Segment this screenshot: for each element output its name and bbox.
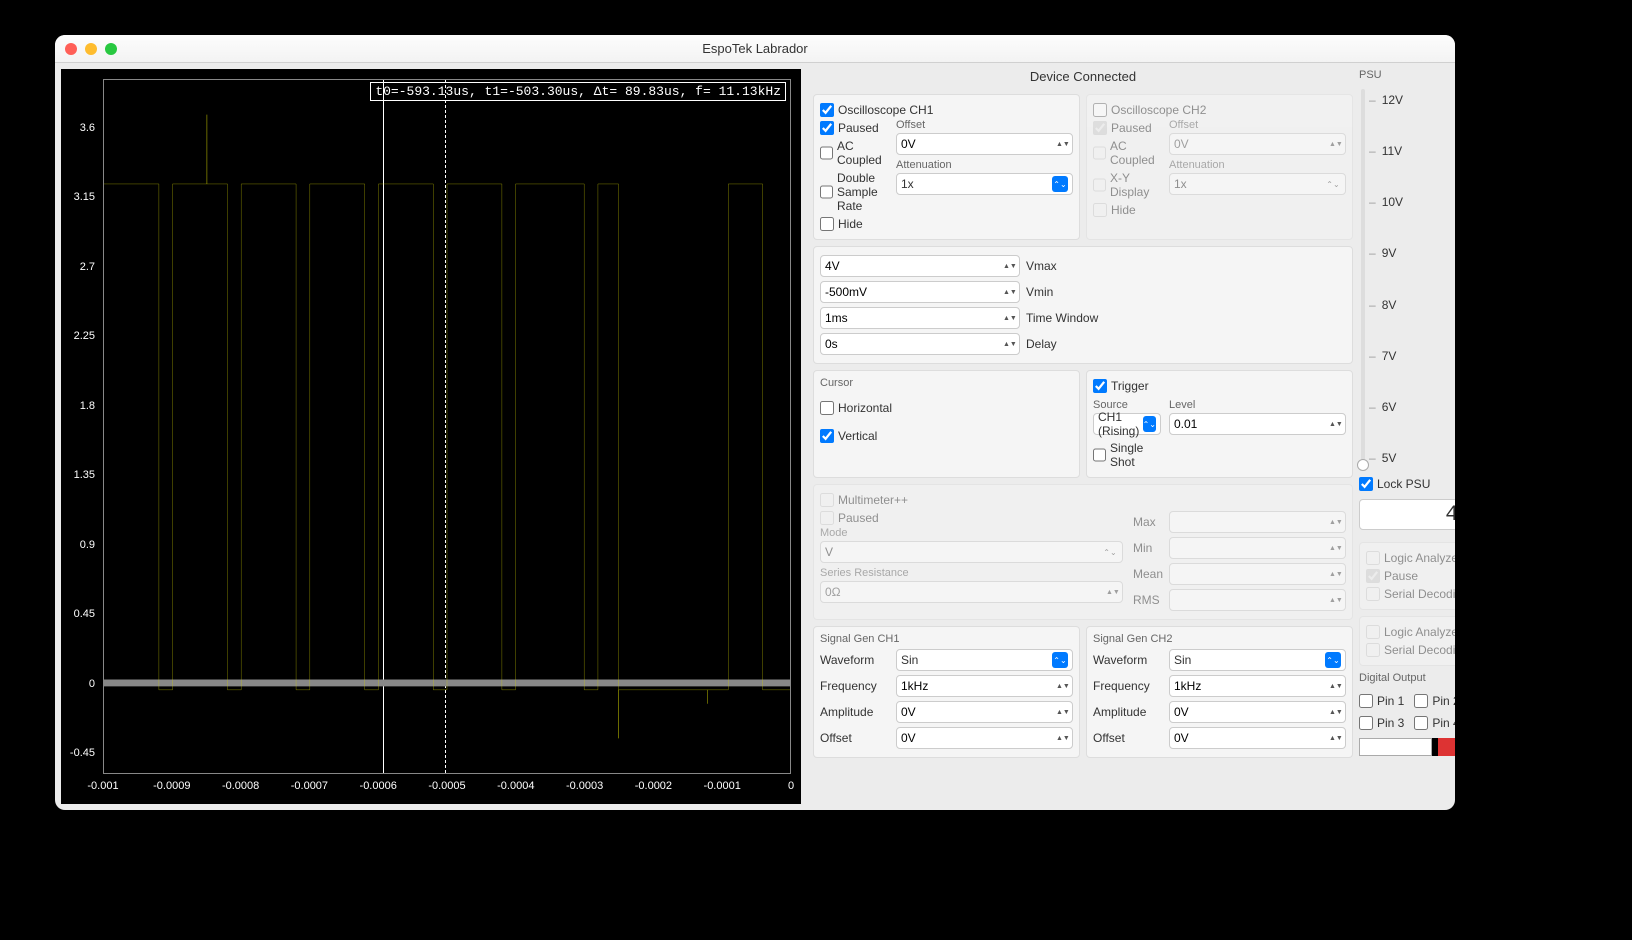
panel-siggen-ch1: Signal Gen CH1 WaveformSin⌃⌄ Frequency▲▼… [813,626,1080,758]
delay-input[interactable]: ▲▼ [820,333,1020,355]
panel-la-ch2: Logic Analyzer CH2 Serial Decoding [1359,616,1455,666]
attenuation-ch2-select: 1x⌃⌄ [1169,173,1346,195]
window-title: EspoTek Labrador [55,41,1455,56]
offset-ch1-input[interactable]: ▲▼ [896,133,1073,155]
panel-cursor: Cursor Horizontal Vertical [813,370,1080,478]
cursor-vertical-checkbox[interactable] [820,429,834,443]
la1-serial-checkbox [1366,587,1380,601]
close-icon[interactable] [65,43,77,55]
single-shot-checkbox[interactable] [1093,448,1106,462]
mm-mean: ▲▼ [1169,563,1346,585]
trigger-enable-checkbox[interactable] [1093,379,1107,393]
oscilloscope-plot[interactable]: 3.6 3.15 2.7 2.25 1.8 1.35 0.9 0.45 0 -0… [61,69,801,804]
vmin-input[interactable]: ▲▼ [820,281,1020,303]
sg2-offset-input[interactable]: ▲▼ [1169,727,1346,749]
mm-max: ▲▼ [1169,511,1346,533]
device-status: Device Connected [813,69,1353,84]
panel-multimeter: Multimeter++ Paused Mode V⌃⌄ Series Resi… [813,484,1353,620]
la1-enable-checkbox [1366,551,1380,565]
sg1-amp-input[interactable]: ▲▼ [896,701,1073,723]
ac-coupled-ch2-checkbox [1093,146,1106,160]
double-sample-ch1-checkbox[interactable] [820,185,833,199]
enable-ch1-checkbox[interactable] [820,103,834,117]
status-indicator [1359,738,1455,756]
mm-min: ▲▼ [1169,537,1346,559]
panel-osc-ch2: Oscilloscope CH2 Paused AC Coupled X-Y D… [1086,94,1353,240]
la1-pause-checkbox [1366,569,1380,583]
sg1-waveform-select[interactable]: Sin⌃⌄ [896,649,1073,671]
mm-mode-select: V⌃⌄ [820,541,1123,563]
titlebar: EspoTek Labrador [55,35,1455,63]
psu-display: 4.50 [1359,499,1455,530]
panel-trigger: Trigger Source CH1 (Rising)⌃⌄ Single Sho… [1086,370,1353,478]
pin2-checkbox[interactable] [1414,694,1428,708]
sg2-freq-input[interactable]: ▲▼ [1169,675,1346,697]
psu-slider[interactable]: 12V 11V 10V 9V 8V 7V 6V 5V [1359,89,1455,469]
trigger-level-input[interactable]: ▲▼ [1169,413,1346,435]
psu-title: PSU [1359,69,1455,81]
la2-serial-checkbox [1366,643,1380,657]
paused-ch1-checkbox[interactable] [820,121,834,135]
sg1-offset-input[interactable]: ▲▼ [896,727,1073,749]
waveform-ch1 [104,80,790,773]
hide-ch1-checkbox[interactable] [820,217,834,231]
timewindow-input[interactable]: ▲▼ [820,307,1020,329]
panel-osc-ch1: Oscilloscope CH1 Paused AC Coupled Doubl… [813,94,1080,240]
attenuation-ch1-select[interactable]: 1x⌃⌄ [896,173,1073,195]
mm-series-r-input: ▲▼ [820,581,1123,603]
mm-paused-checkbox [820,511,834,525]
panel-siggen-ch2: Signal Gen CH2 WaveformSin⌃⌄ Frequency▲▼… [1086,626,1353,758]
pin4-checkbox[interactable] [1414,716,1428,730]
lock-psu-checkbox[interactable] [1359,477,1373,491]
panel-range: ▲▼Vmax ▲▼Vmin ▲▼Time Window ▲▼Delay [813,246,1353,364]
la2-enable-checkbox [1366,625,1380,639]
offset-ch2-input: ▲▼ [1169,133,1346,155]
sg2-amp-input[interactable]: ▲▼ [1169,701,1346,723]
trigger-source-select[interactable]: CH1 (Rising)⌃⌄ [1093,413,1161,435]
pin3-checkbox[interactable] [1359,716,1373,730]
y-axis: 3.6 3.15 2.7 2.25 1.8 1.35 0.9 0.45 0 -0… [61,79,101,774]
panel-digital-output: Pin 1 Pin 2 Pin 3 Pin 4 [1359,692,1455,732]
sg2-waveform-select[interactable]: Sin⌃⌄ [1169,649,1346,671]
vmax-input[interactable]: ▲▼ [820,255,1020,277]
mm-rms: ▲▼ [1169,589,1346,611]
sg1-freq-input[interactable]: ▲▼ [896,675,1073,697]
enable-ch2-checkbox[interactable] [1093,103,1107,117]
x-axis: -0.001 -0.0009 -0.0008 -0.0007 -0.0006 -… [103,776,791,804]
pin1-checkbox[interactable] [1359,694,1373,708]
minimize-icon[interactable] [85,43,97,55]
multimeter-enable-checkbox [820,493,834,507]
ac-coupled-ch1-checkbox[interactable] [820,146,833,160]
xy-display-checkbox [1093,178,1106,192]
panel-la-ch1: Logic Analyzer CH1 Pause Serial Decoding [1359,542,1455,610]
hide-ch2-checkbox [1093,203,1107,217]
app-window: EspoTek Labrador 3.6 3.15 2.7 2.25 1.8 1… [55,35,1455,810]
maximize-icon[interactable] [105,43,117,55]
cursor-horizontal-checkbox[interactable] [820,401,834,415]
paused-ch2-checkbox [1093,121,1107,135]
